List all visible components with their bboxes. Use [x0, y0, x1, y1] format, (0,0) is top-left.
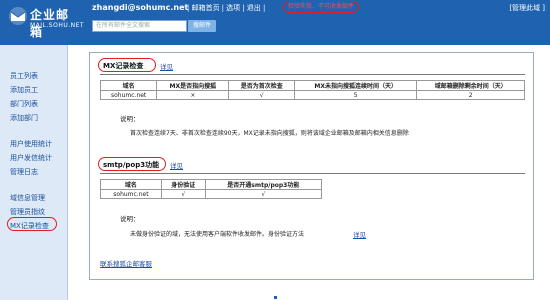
smtp-detail-link[interactable]: 详见 — [170, 160, 183, 170]
mx-divider — [100, 74, 525, 75]
content-panel: MX记录检查 详见 域名 MX是否指向搜狐 是否为首次检查 MX未指向搜狐连续时… — [89, 52, 534, 280]
table-cell: sohumc.net — [99, 90, 158, 100]
mx-section-title: MX记录检查 — [103, 62, 144, 70]
search-button[interactable]: 搜邮件 — [188, 20, 216, 32]
table-cell: √ — [160, 189, 206, 199]
table-header-row: 域名 身份验证 是否开通smtp/pop3功能 — [100, 179, 323, 190]
sidebar-item-admin-log[interactable]: 管理日志 — [10, 167, 38, 177]
sidebar: 员工列表 添加员工 部门列表 添加部门 用户使用统计 用户发信统计 管理日志 域… — [0, 45, 68, 300]
sidebar-item-domain-info[interactable]: 域信息管理 — [10, 193, 45, 203]
verification-alert: 检验失败，不可收发邮件 — [283, 1, 359, 13]
top-header: 企业邮箱 MAIL.SOHU.NET zhangdi@sohumc.net | … — [0, 0, 550, 45]
smtp-note-link[interactable]: 详见 — [353, 229, 366, 239]
table-header: MX是否指向搜狐 — [156, 80, 230, 91]
sidebar-item-add-employee[interactable]: 添加员工 — [10, 85, 38, 95]
sidebar-item-add-department[interactable]: 添加部门 — [10, 113, 38, 123]
table-header: MX未指向搜狐连续时间（天） — [294, 80, 418, 91]
manage-domain-link[interactable]: [管理此域 ] — [509, 3, 545, 13]
page-marker — [274, 296, 277, 299]
nav-logout[interactable]: | 退出 | — [242, 3, 265, 13]
smtp-table: 域名 身份验证 是否开通smtp/pop3功能 sohumc.net √ √ — [100, 179, 323, 199]
sidebar-item-admin-fingerprint[interactable]: 管理员指纹 — [10, 207, 45, 217]
sidebar-item-department-list[interactable]: 部门列表 — [10, 99, 38, 109]
sidebar-item-employee-list[interactable]: 员工列表 — [10, 71, 38, 81]
table-cell: sohumc.net — [100, 189, 162, 199]
table-header: 身份验证 — [160, 179, 206, 190]
mx-note-label: 说明： — [120, 115, 140, 123]
table-header: 是否为首次检查 — [228, 80, 296, 91]
mx-note-text: 首次检查连续7天、非首次检查连续90天，MX记录未指向搜狐，则将该域企业邮箱及邮… — [130, 130, 409, 137]
table-cell: 5 — [294, 90, 418, 100]
mx-table: 域名 MX是否指向搜狐 是否为首次检查 MX未指向搜狐连续时间（天） 域邮箱删除… — [99, 80, 525, 100]
smtp-section-title: smtp/pop3功能 — [103, 161, 160, 169]
smtp-divider — [100, 173, 525, 174]
user-email: zhangdi@sohumc.net — [92, 3, 189, 12]
table-row: sohumc.net √ √ — [100, 189, 323, 199]
table-cell: √ — [204, 189, 323, 199]
table-cell: 2 — [416, 90, 525, 100]
nav-options[interactable]: | 选项 — [222, 3, 241, 13]
table-header: 域名 — [99, 80, 158, 91]
table-row: sohumc.net × √ 5 2 — [99, 90, 525, 100]
table-cell: × — [156, 90, 230, 100]
contact-support-link[interactable]: 联系搜狐企邮客服 — [100, 258, 152, 268]
mx-detail-link[interactable]: 详见 — [160, 61, 173, 71]
main-content: MX记录检查 详见 域名 MX是否指向搜狐 是否为首次检查 MX未指向搜狐连续时… — [69, 45, 550, 300]
smtp-note-label: 说明： — [120, 215, 140, 223]
sidebar-item-usage-stats[interactable]: 用户使用统计 — [10, 139, 52, 149]
search-input[interactable]: 在所有邮件全文搜索 — [92, 20, 187, 32]
logo: 企业邮箱 MAIL.SOHU.NET — [8, 4, 84, 39]
table-header: 域邮箱删除剩余时间（天） — [416, 80, 525, 91]
logo-subtitle: MAIL.SOHU.NET — [30, 22, 85, 29]
top-nav: | 邮箱首页 | 选项 | 退出 | — [187, 3, 265, 13]
nav-mail-home[interactable]: | 邮箱首页 — [187, 3, 220, 13]
logo-icon — [9, 7, 27, 25]
table-header: 域名 — [100, 179, 162, 190]
smtp-note-text: 未做身份验证的域，无法使用客户端软件收发邮件。身份验证方法 — [130, 231, 305, 238]
table-header-row: 域名 MX是否指向搜狐 是否为首次检查 MX未指向搜狐连续时间（天） 域邮箱删除… — [99, 80, 525, 91]
sidebar-highlight-circle — [7, 217, 57, 231]
sidebar-item-send-stats[interactable]: 用户发信统计 — [10, 153, 52, 163]
table-header: 是否开通smtp/pop3功能 — [204, 179, 323, 190]
table-cell: √ — [228, 90, 296, 100]
